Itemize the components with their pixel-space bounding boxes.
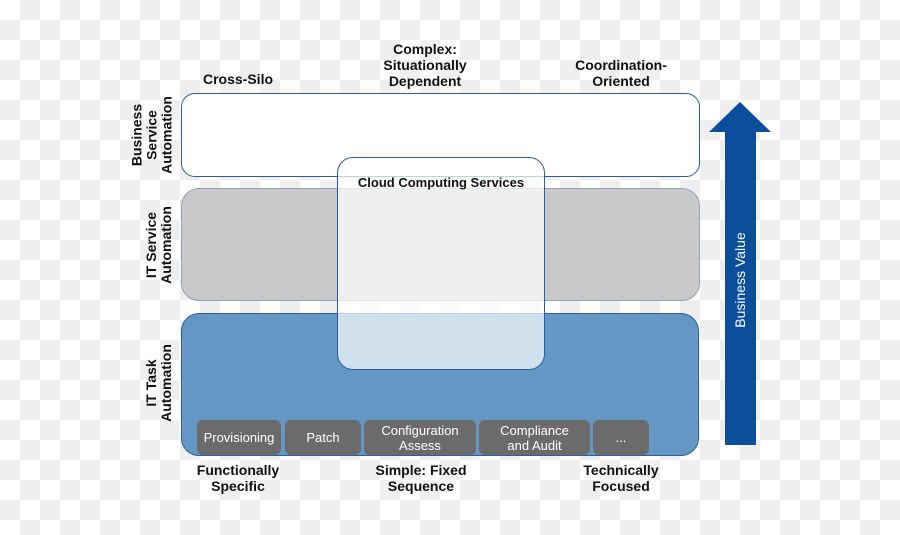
- label-complex: Complex: Situationally Dependent: [383, 41, 466, 89]
- label-line: IT Service: [143, 211, 159, 279]
- label-line: Simple: Fixed: [375, 462, 467, 478]
- business-value-label: Business Value: [732, 232, 748, 328]
- chip-label: Assess: [399, 437, 441, 453]
- label-line: IT Task: [143, 359, 159, 407]
- label-line: Automation: [158, 96, 175, 174]
- label-line: Business: [128, 103, 145, 167]
- task-more: ...: [593, 420, 649, 455]
- chip-label: Patch: [306, 430, 340, 445]
- label-it-service-automation: IT Service Automation: [143, 206, 174, 284]
- task-configuration-assess: Configuration Assess: [364, 420, 476, 455]
- label-line: Specific: [211, 478, 265, 494]
- label-coordination: Coordination- Oriented: [575, 57, 667, 89]
- chip-label: ...: [615, 430, 627, 445]
- label-simple-fixed-sequence: Simple: Fixed Sequence: [375, 462, 466, 494]
- label-line: Technically: [583, 462, 659, 478]
- label-line: Automation: [158, 206, 174, 284]
- label-line: Complex:: [393, 41, 457, 57]
- task-provisioning: Provisioning: [197, 420, 281, 455]
- chip-label: Compliance: [500, 422, 569, 438]
- label-it-task-automation: IT Task Automation: [143, 344, 174, 422]
- label-line: Focused: [592, 478, 650, 494]
- task-patch: Patch: [285, 420, 361, 455]
- label-line: Coordination-: [575, 57, 667, 73]
- label-functionally-specific: Functionally Specific: [197, 462, 279, 494]
- label-line: Oriented: [592, 73, 650, 89]
- cloud-computing-services-box: Cloud Computing Services: [337, 157, 545, 370]
- label-cross-silo: Cross-Silo: [202, 71, 274, 87]
- chip-label: Provisioning: [203, 430, 275, 445]
- label-line: Service: [143, 110, 160, 160]
- cloud-title: Cloud Computing Services: [357, 175, 525, 190]
- label-line: Situationally: [383, 57, 467, 73]
- chip-label: Configuration: [381, 422, 459, 438]
- chip-label: and Audit: [507, 437, 562, 453]
- label-business-service-automation: Business Service Automation: [128, 96, 175, 174]
- label-line: Automation: [158, 344, 174, 422]
- label-line: Functionally: [196, 462, 280, 478]
- label-line: Sequence: [387, 478, 455, 494]
- label-line: Dependent: [388, 73, 462, 89]
- task-compliance-audit: Compliance and Audit: [479, 420, 590, 455]
- label-technically-focused: Technically Focused: [583, 462, 658, 494]
